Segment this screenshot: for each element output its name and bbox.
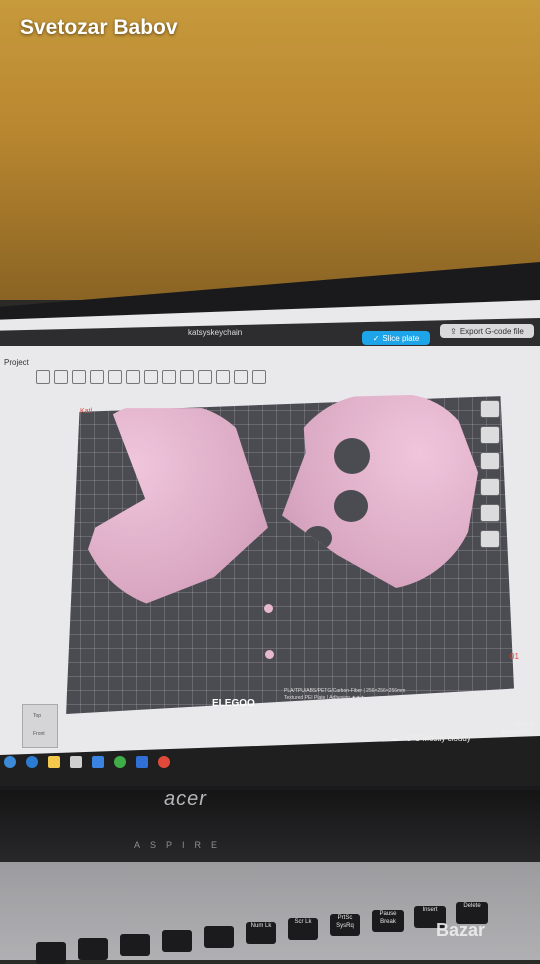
view-top-icon[interactable] bbox=[480, 426, 500, 444]
key-f8 bbox=[120, 934, 150, 956]
laptop-lower-bezel bbox=[0, 790, 540, 870]
layout-icon[interactable] bbox=[90, 370, 104, 384]
view-front-icon[interactable] bbox=[480, 452, 500, 470]
mail-icon[interactable] bbox=[92, 756, 104, 768]
store-icon[interactable] bbox=[70, 756, 82, 768]
window-title: katsyskeychain bbox=[188, 328, 243, 337]
move-icon[interactable] bbox=[108, 370, 122, 384]
cut-icon[interactable] bbox=[162, 370, 176, 384]
author-watermark: Svetozar Babov bbox=[20, 16, 178, 39]
view-bottom-icon[interactable] bbox=[480, 530, 500, 548]
scale-icon[interactable] bbox=[144, 370, 158, 384]
rotate-icon[interactable] bbox=[126, 370, 140, 384]
plate-spec-line-2: Textured PEI Plate | Adhesion ★★★ bbox=[284, 695, 365, 701]
browser-icon[interactable] bbox=[26, 756, 38, 768]
export-gcode-button[interactable]: ⇪ Export G-code file bbox=[440, 324, 534, 338]
plate-corner-label: Katl bbox=[80, 408, 93, 415]
tab-project[interactable]: Project bbox=[4, 358, 29, 367]
shell-opening-top bbox=[334, 438, 370, 474]
plate-spec: PLA/TPU/ABS/PETG/Carbon-Fiber | 256×256×… bbox=[284, 688, 405, 702]
chrome-icon[interactable] bbox=[158, 756, 170, 768]
plate-number: 01 bbox=[510, 652, 519, 661]
keyboard: PrtSc SysRq Pause Break Insert Delete Sc… bbox=[0, 862, 540, 964]
small-part-dot-2[interactable] bbox=[265, 650, 274, 659]
key-f7 bbox=[78, 938, 108, 960]
view-left-icon[interactable] bbox=[480, 478, 500, 496]
add-object-icon[interactable] bbox=[36, 370, 50, 384]
color-paint-icon[interactable] bbox=[216, 370, 230, 384]
taskbar-apps bbox=[4, 756, 170, 768]
language-indicator[interactable]: ENG bbox=[502, 730, 515, 736]
export-icon: ⇪ bbox=[450, 326, 457, 336]
small-part-dot-1[interactable] bbox=[264, 604, 273, 613]
clock[interactable]: 5:21 PM 1/18/20 bbox=[516, 722, 535, 736]
slice-icon: ✓ bbox=[372, 333, 380, 343]
key-f9 bbox=[162, 930, 192, 952]
key-f6 bbox=[36, 942, 66, 964]
toolbar bbox=[36, 366, 516, 388]
file-explorer-icon[interactable] bbox=[48, 756, 60, 768]
view-cube-top: Top bbox=[33, 713, 42, 719]
export-gcode-label: Export G-code file bbox=[459, 326, 524, 336]
site-watermark: Bazar bbox=[436, 920, 486, 940]
clock-time: 5:21 PM bbox=[516, 722, 535, 728]
weather-icon: ☁ bbox=[390, 734, 398, 743]
key-numlk: Num Lk bbox=[246, 922, 276, 944]
view-cube-front: Front bbox=[33, 731, 45, 737]
key-pause: Pause Break bbox=[372, 910, 404, 932]
viewport-side-toolbar bbox=[480, 400, 500, 548]
clock-date: 1/18/20 bbox=[516, 729, 533, 735]
text-icon[interactable] bbox=[252, 370, 266, 384]
view-cube[interactable]: Top Front bbox=[22, 704, 58, 748]
slice-plate-button[interactable]: ✓ Slice plate bbox=[362, 331, 430, 345]
key-f10 bbox=[204, 926, 234, 948]
key-prtsc: PrtSc SysRq bbox=[330, 914, 360, 936]
measure-icon[interactable] bbox=[234, 370, 248, 384]
weather-widget[interactable]: ☁ -5°C Mostly cloudy bbox=[390, 734, 471, 743]
slicer-app-icon[interactable] bbox=[114, 756, 126, 768]
laptop-logo: acer bbox=[164, 788, 207, 810]
key-scrlk: Scr Lk bbox=[288, 918, 318, 940]
view-right-icon[interactable] bbox=[480, 504, 500, 522]
support-paint-icon[interactable] bbox=[180, 370, 194, 384]
orient-icon[interactable] bbox=[72, 370, 86, 384]
arrange-icon[interactable] bbox=[54, 370, 68, 384]
elegoo-app-icon[interactable] bbox=[136, 756, 148, 768]
plate-brand-label: ELEGOO bbox=[212, 698, 255, 709]
seam-paint-icon[interactable] bbox=[198, 370, 212, 384]
plate-spec-line-1: PLA/TPU/ABS/PETG/Carbon-Fiber | 256×256×… bbox=[284, 688, 406, 694]
view-iso-icon[interactable] bbox=[480, 400, 500, 418]
laptop-model: ASPIRE bbox=[134, 840, 228, 850]
shell-opening-middle bbox=[334, 490, 368, 522]
edge-icon[interactable] bbox=[4, 756, 16, 768]
weather-text: -5°C Mostly cloudy bbox=[404, 734, 471, 743]
wall-background bbox=[0, 0, 540, 300]
slice-plate-label: Slice plate bbox=[382, 333, 420, 343]
